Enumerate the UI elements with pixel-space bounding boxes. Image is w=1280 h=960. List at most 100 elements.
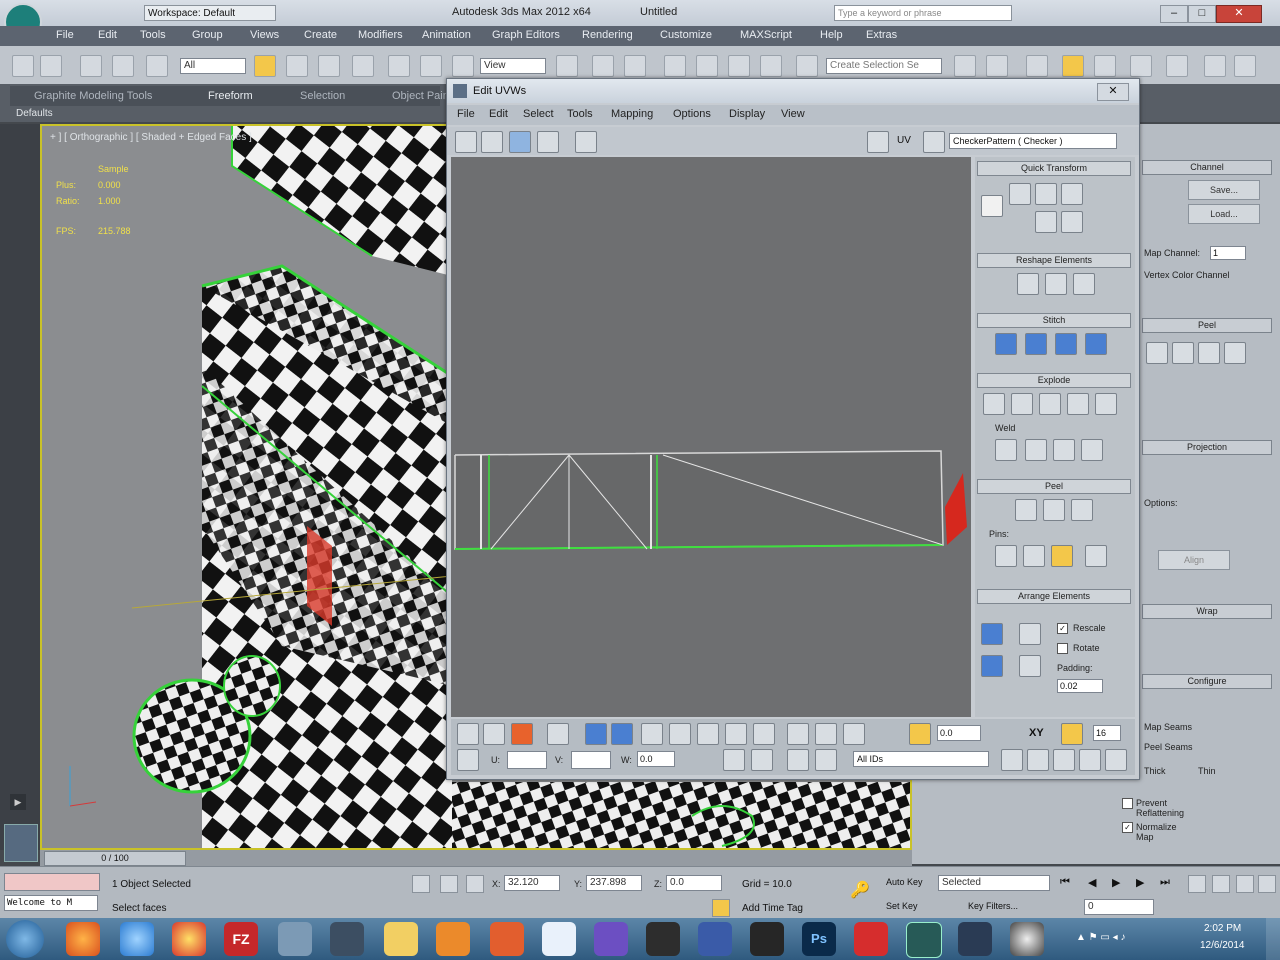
- menu-file[interactable]: File: [56, 29, 74, 41]
- goto-end-icon[interactable]: ⏭: [1160, 876, 1170, 889]
- uvw-menu-tools[interactable]: Tools: [567, 108, 593, 120]
- rollout-arrange-elements[interactable]: Arrange Elements: [977, 589, 1131, 604]
- pack-settings-icon[interactable]: [1019, 655, 1041, 677]
- maximize-icon[interactable]: □: [1188, 5, 1216, 23]
- falloff-value-input[interactable]: 0.0: [937, 725, 981, 741]
- close-icon[interactable]: ✕: [1216, 5, 1262, 23]
- uvw-menu-edit[interactable]: Edit: [489, 108, 508, 120]
- tool-icon[interactable]: [490, 922, 524, 956]
- map-pattern-select[interactable]: CheckerPattern ( Checker ): [949, 133, 1117, 149]
- zoom-all-icon[interactable]: [1212, 875, 1230, 893]
- isolate-icon[interactable]: [412, 875, 430, 893]
- curve-editor-icon[interactable]: [1094, 55, 1116, 77]
- monitor-icon[interactable]: [698, 922, 732, 956]
- dropbox-icon[interactable]: [542, 922, 576, 956]
- show-desktop-button[interactable]: [1266, 918, 1280, 960]
- rotate-ccw-icon[interactable]: [1035, 211, 1057, 233]
- avatar-app-icon[interactable]: [646, 922, 680, 956]
- edge-distance-icon[interactable]: [1061, 723, 1083, 745]
- pivot-icon[interactable]: [556, 55, 578, 77]
- x-coord-field[interactable]: 32.120: [504, 875, 560, 891]
- scale-icon[interactable]: [452, 55, 474, 77]
- uvw-checker-icon[interactable]: [923, 131, 945, 153]
- lock-icon[interactable]: [723, 749, 745, 771]
- absolute-offset-icon[interactable]: [457, 749, 479, 771]
- menu-modifiers[interactable]: Modifiers: [358, 29, 403, 41]
- maximize-viewport-icon[interactable]: [1258, 875, 1276, 893]
- uvw-menu-mapping[interactable]: Mapping: [611, 108, 653, 120]
- photoshop-icon[interactable]: Ps: [802, 922, 836, 956]
- set-key-button[interactable]: Set Key: [886, 901, 934, 915]
- rotate-icon[interactable]: [420, 55, 442, 77]
- chrome-icon[interactable]: [172, 922, 206, 956]
- search-input[interactable]: Type a keyword or phrase: [834, 5, 1012, 21]
- prevent-reflattening-checkbox[interactable]: [1122, 798, 1133, 809]
- uv-sub-vertex-icon[interactable]: [457, 723, 479, 745]
- rollout-explode[interactable]: Explode: [977, 373, 1131, 388]
- stitch-average-icon[interactable]: [1025, 333, 1047, 355]
- quick-peel-icon[interactable]: [1015, 499, 1037, 521]
- folder-icon[interactable]: [384, 922, 418, 956]
- angle-snap-icon[interactable]: [696, 55, 718, 77]
- uvw-close-icon[interactable]: ✕: [1097, 83, 1129, 101]
- menu-customize[interactable]: Customize: [660, 29, 712, 41]
- menu-tools[interactable]: Tools: [140, 29, 166, 41]
- ribbon-tab-graphite[interactable]: Graphite Modeling Tools: [34, 90, 152, 102]
- 3dsmax-taskbar-icon[interactable]: [906, 922, 942, 958]
- select-element-icon[interactable]: [547, 723, 569, 745]
- rescale-checkbox[interactable]: ✓: [1057, 623, 1068, 634]
- undo-icon[interactable]: [12, 55, 34, 77]
- stitch-to-source-icon[interactable]: [1055, 333, 1077, 355]
- peel-mode-icon[interactable]: [1043, 499, 1065, 521]
- internet-explorer-icon[interactable]: [120, 922, 154, 956]
- loop-icon[interactable]: [641, 723, 663, 745]
- relax-settings-icon[interactable]: [1073, 273, 1095, 295]
- w-input[interactable]: 0.0: [637, 751, 675, 767]
- paint-select-icon[interactable]: [787, 723, 809, 745]
- peel-reset-icon[interactable]: [1198, 342, 1220, 364]
- disc-icon[interactable]: [1010, 922, 1044, 956]
- normalize-map-checkbox[interactable]: ✓: [1122, 822, 1133, 833]
- select-pins-icon[interactable]: [1085, 545, 1107, 567]
- snap-icon[interactable]: [664, 55, 686, 77]
- straighten-icon[interactable]: [1017, 273, 1039, 295]
- uv-editor-canvas[interactable]: [451, 157, 971, 717]
- key-icon[interactable]: 🔑: [846, 881, 874, 901]
- ribbon-tab-selection[interactable]: Selection: [300, 90, 345, 102]
- zoom-region-icon[interactable]: [1053, 749, 1075, 771]
- rollout-configure[interactable]: Configure: [1142, 674, 1272, 689]
- ribbon-tab-freeform[interactable]: Freeform: [208, 90, 253, 102]
- menu-views[interactable]: Views: [250, 29, 279, 41]
- keyboard-shortcut-icon[interactable]: [624, 55, 646, 77]
- schematic-view-icon[interactable]: [1130, 55, 1152, 77]
- start-button-icon[interactable]: [6, 920, 44, 958]
- rollout-peel[interactable]: Peel: [1142, 318, 1272, 333]
- tray-icons[interactable]: ▲ ⚑ ▭ ◂ ♪: [1076, 932, 1184, 946]
- edit-uvws-window[interactable]: Edit UVWs ✕ File Edit Select Tools Mappi…: [446, 78, 1140, 780]
- menu-create[interactable]: Create: [304, 29, 337, 41]
- map-channel-spinner[interactable]: 1: [1210, 246, 1246, 260]
- viewport-label[interactable]: + ] [ Orthographic ] [ Shaded + Edged Fa…: [50, 132, 252, 143]
- ref-coord-select[interactable]: View: [480, 58, 546, 74]
- app-purple-icon[interactable]: [594, 922, 628, 956]
- align-y-icon[interactable]: [1035, 183, 1057, 205]
- pan-icon[interactable]: [1001, 749, 1023, 771]
- hide-icon[interactable]: [751, 749, 773, 771]
- rollout-quick-transform[interactable]: Quick Transform: [977, 161, 1131, 176]
- mirror-icon[interactable]: [954, 55, 976, 77]
- workspace-combo[interactable]: Workspace: Default: [144, 5, 276, 21]
- clock-time[interactable]: 2:02 PM: [1204, 923, 1241, 934]
- load-button[interactable]: Load...: [1188, 204, 1260, 224]
- shrink-ring-icon[interactable]: [753, 723, 775, 745]
- rect-selection-icon[interactable]: [318, 55, 340, 77]
- pack-together-icon[interactable]: [1019, 623, 1041, 645]
- unpin-icon[interactable]: [1023, 545, 1045, 567]
- rotate-cw-icon[interactable]: [1061, 211, 1083, 233]
- break-icon[interactable]: [983, 393, 1005, 415]
- video-player-icon[interactable]: [436, 922, 470, 956]
- light-icon[interactable]: [787, 749, 809, 771]
- filezilla-icon[interactable]: FZ: [224, 922, 258, 956]
- select-by-name-icon[interactable]: [286, 55, 308, 77]
- stitch-settings-icon[interactable]: [1085, 333, 1107, 355]
- uvw-menu-options[interactable]: Options: [673, 108, 711, 120]
